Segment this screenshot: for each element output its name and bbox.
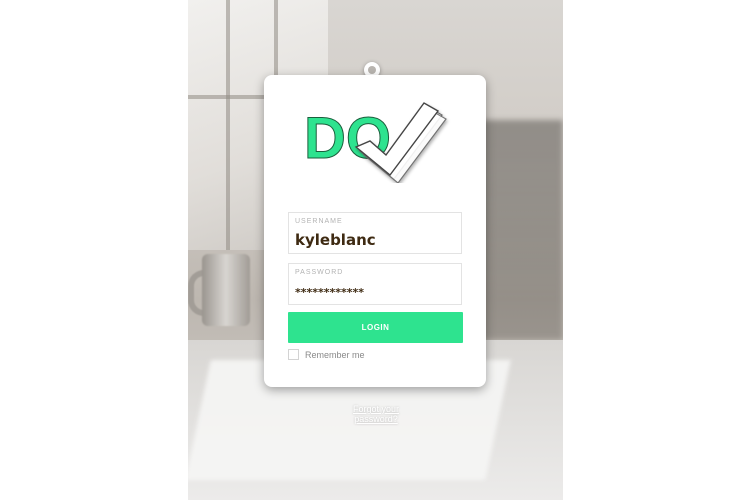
app-logo: DO — [302, 93, 452, 184]
remember-me-checkbox[interactable] — [288, 349, 299, 360]
bg-mug — [202, 254, 250, 326]
forgot-password-link[interactable]: Forgot your password? — [330, 404, 422, 424]
password-field[interactable]: PASSWORD ************ — [288, 263, 462, 305]
remember-me[interactable]: Remember me — [288, 349, 365, 360]
login-button[interactable]: LOGIN — [288, 312, 463, 343]
password-input[interactable]: ************ — [295, 286, 455, 299]
username-label: USERNAME — [295, 218, 343, 225]
username-field[interactable]: USERNAME kyleblanc — [288, 212, 462, 254]
password-label: PASSWORD — [295, 269, 344, 276]
remember-me-label: Remember me — [305, 349, 365, 360]
bg-window-frame — [226, 0, 230, 250]
hanger-hole — [368, 66, 376, 74]
logo-checkmark-icon: DO — [304, 102, 447, 184]
username-input[interactable]: kyleblanc — [295, 231, 455, 249]
login-card: DO USERNAME kyleblanc PASSWORD *********… — [264, 75, 486, 387]
